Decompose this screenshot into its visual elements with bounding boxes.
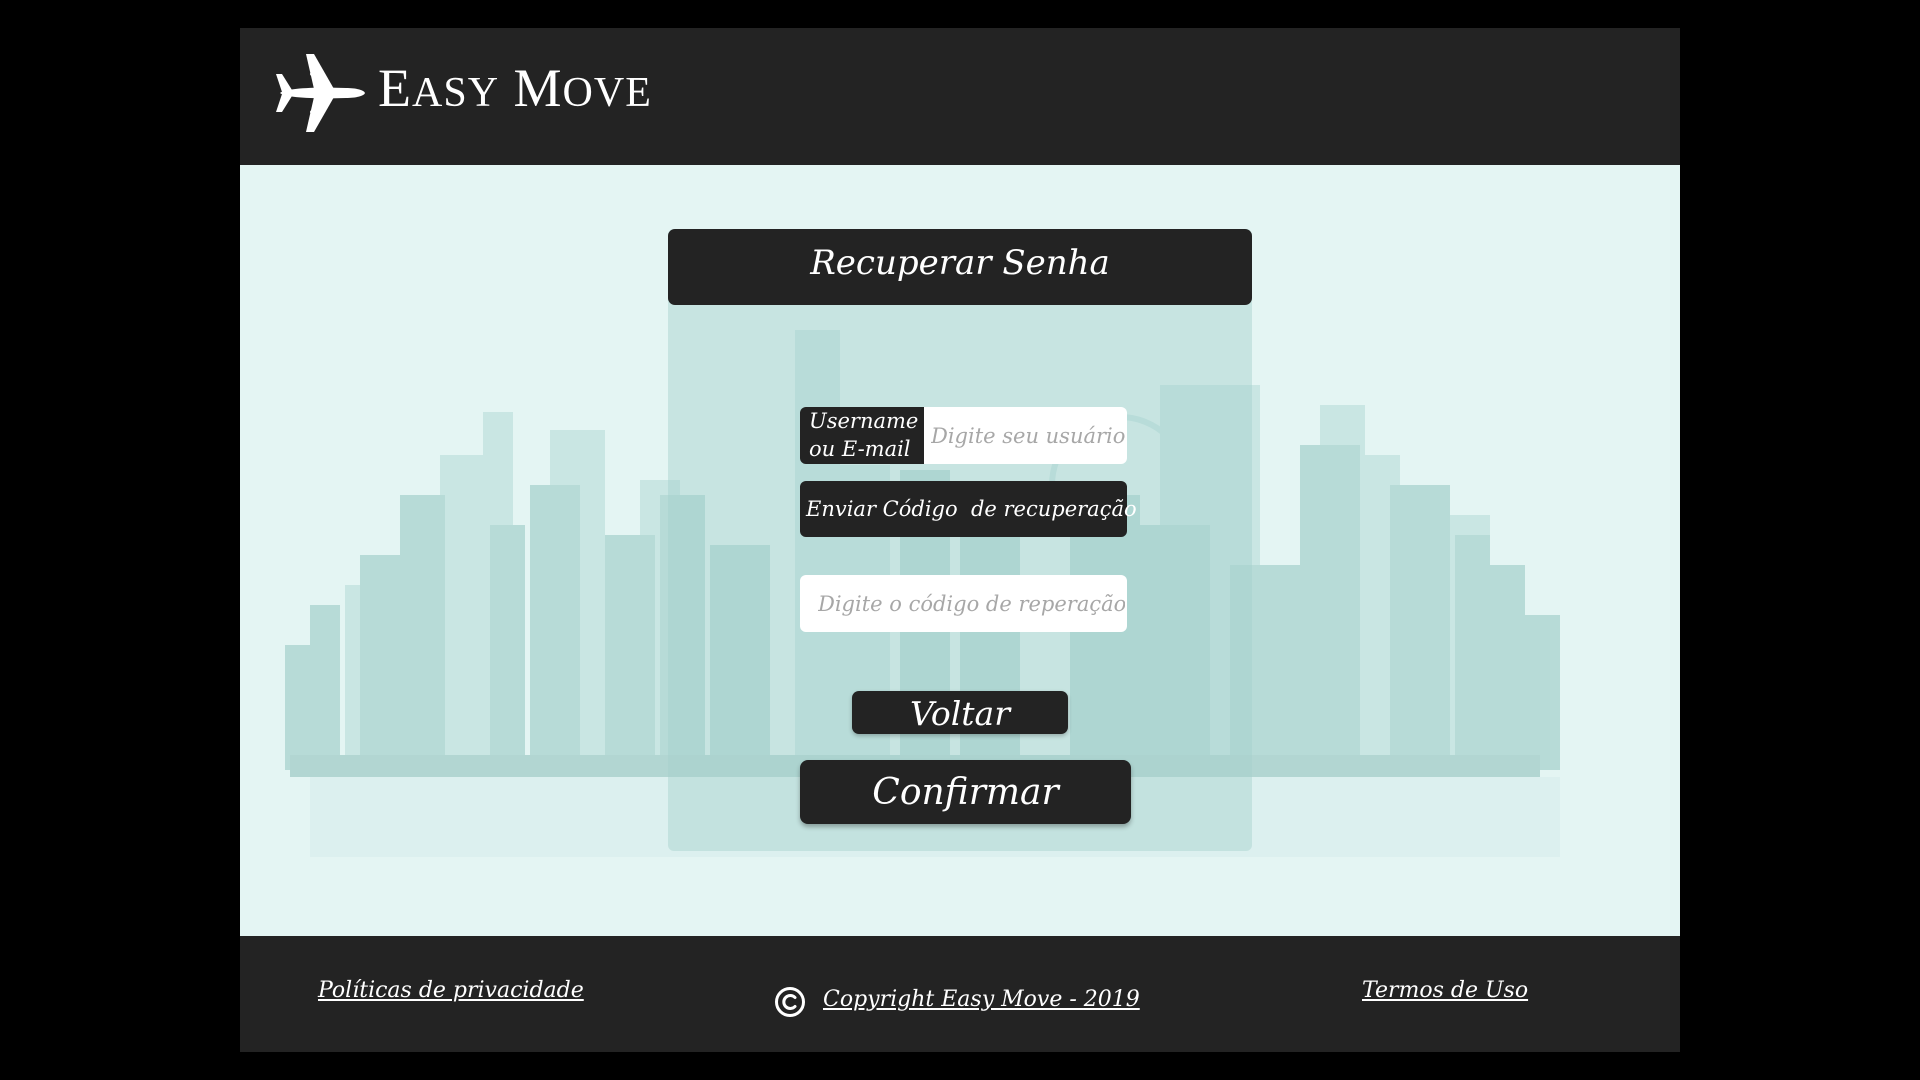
brand-name: EASY MOVE [378, 56, 652, 125]
brand-letter: M [513, 58, 563, 118]
brand-word-rest: OVE [562, 70, 652, 116]
username-input[interactable] [924, 407, 1127, 464]
copyright-icon [775, 987, 805, 1017]
brand-word-rest: ASY [412, 70, 500, 116]
header: EASY MOVE [240, 28, 1680, 165]
airplane-icon [276, 54, 365, 132]
username-field-label: Username ou E-mail [800, 407, 924, 464]
privacy-policy-link[interactable]: Políticas de privacidade [318, 978, 584, 1003]
recover-password-panel [668, 229, 1252, 851]
brand-letter: E [378, 58, 412, 118]
back-button[interactable]: Voltar [852, 691, 1068, 734]
panel-title: Recuperar Senha [668, 229, 1252, 305]
confirm-button[interactable]: Confirmar [800, 760, 1131, 824]
terms-of-use-link[interactable]: Termos de Uso [1362, 978, 1528, 1003]
page-frame: EASY MOVE Recuperar Senha Username ou E-… [240, 28, 1680, 1052]
copyright-link[interactable]: Copyright Easy Move - 2019 [823, 987, 1140, 1012]
recovery-code-input[interactable] [800, 575, 1127, 632]
footer: Políticas de privacidade Copyright Easy … [240, 936, 1680, 1052]
send-recovery-code-button[interactable]: Enviar Código de recuperação [800, 481, 1137, 537]
